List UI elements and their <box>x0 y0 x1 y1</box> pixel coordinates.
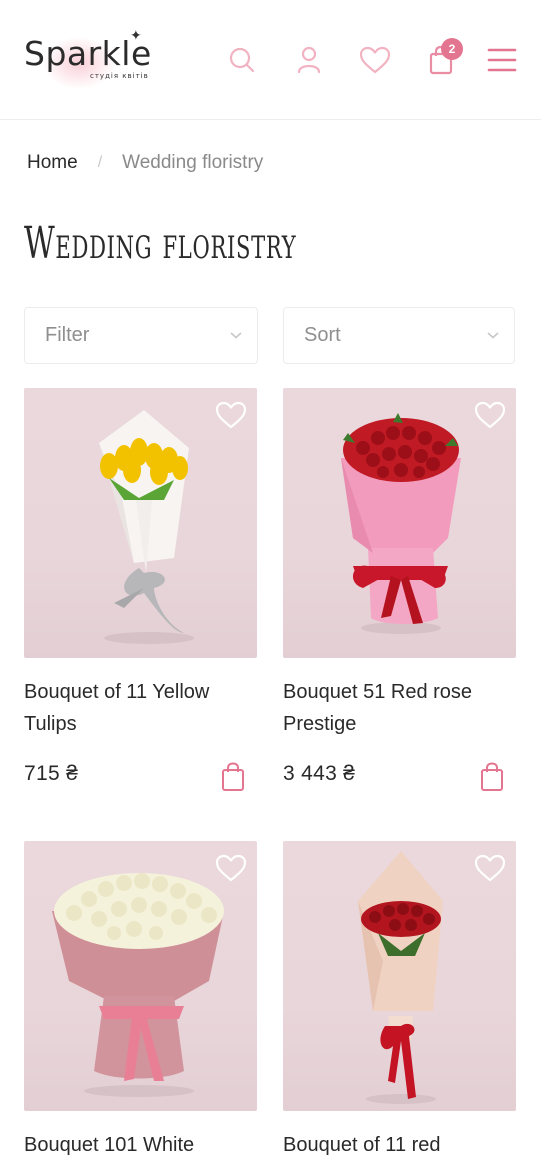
wishlist-heart-icon[interactable] <box>215 400 247 430</box>
search-icon <box>229 47 255 73</box>
logo[interactable]: Sparkle ✦ студія квітів <box>24 28 164 90</box>
menu-button[interactable] <box>482 40 522 80</box>
sparkle-star-icon: ✦ <box>130 28 142 44</box>
wishlist-heart-icon[interactable] <box>474 853 506 883</box>
menu-icon <box>487 48 517 72</box>
breadcrumb-separator: / <box>97 154 103 171</box>
search-button[interactable] <box>222 40 262 80</box>
breadcrumb-current: Wedding floristry <box>122 152 264 173</box>
heart-icon <box>359 46 391 74</box>
sort-dropdown[interactable]: Sort <box>283 307 515 364</box>
wishlist-button[interactable] <box>355 40 395 80</box>
product-name[interactable]: Bouquet of 11 red <box>283 1129 516 1161</box>
product-name[interactable]: Bouquet 101 White <box>24 1129 257 1161</box>
cart-button[interactable]: 2 <box>421 38 463 80</box>
filter-label: Filter <box>45 324 90 346</box>
user-icon <box>297 46 321 74</box>
breadcrumb: Home / Wedding floristry <box>27 150 263 176</box>
wishlist-heart-icon[interactable] <box>215 853 247 883</box>
add-to-cart-icon[interactable] <box>221 762 245 792</box>
product-price: 715 ₴ <box>24 762 79 785</box>
breadcrumb-home-link[interactable]: Home <box>27 152 78 174</box>
product-image[interactable] <box>283 841 516 1111</box>
chevron-down-icon <box>230 332 242 339</box>
product-image[interactable] <box>24 388 257 658</box>
account-button[interactable] <box>289 40 329 80</box>
product-image[interactable] <box>283 388 516 658</box>
sort-label: Sort <box>304 324 341 346</box>
product-name[interactable]: Bouquet 51 Red rose Prestige <box>283 676 516 740</box>
chevron-down-icon <box>487 332 499 339</box>
wishlist-heart-icon[interactable] <box>474 400 506 430</box>
product-price: 3 443 ₴ <box>283 762 356 785</box>
product-image[interactable] <box>24 841 257 1111</box>
site-header: Sparkle ✦ студія квітів 2 <box>0 0 541 120</box>
page-title: Wedding floristry <box>24 218 297 269</box>
filter-dropdown[interactable]: Filter <box>24 307 258 364</box>
product-name[interactable]: Bouquet of 11 Yellow Tulips <box>24 676 257 740</box>
add-to-cart-icon[interactable] <box>480 762 504 792</box>
logo-subtitle: студія квітів <box>90 72 149 80</box>
cart-count-badge: 2 <box>441 38 463 60</box>
